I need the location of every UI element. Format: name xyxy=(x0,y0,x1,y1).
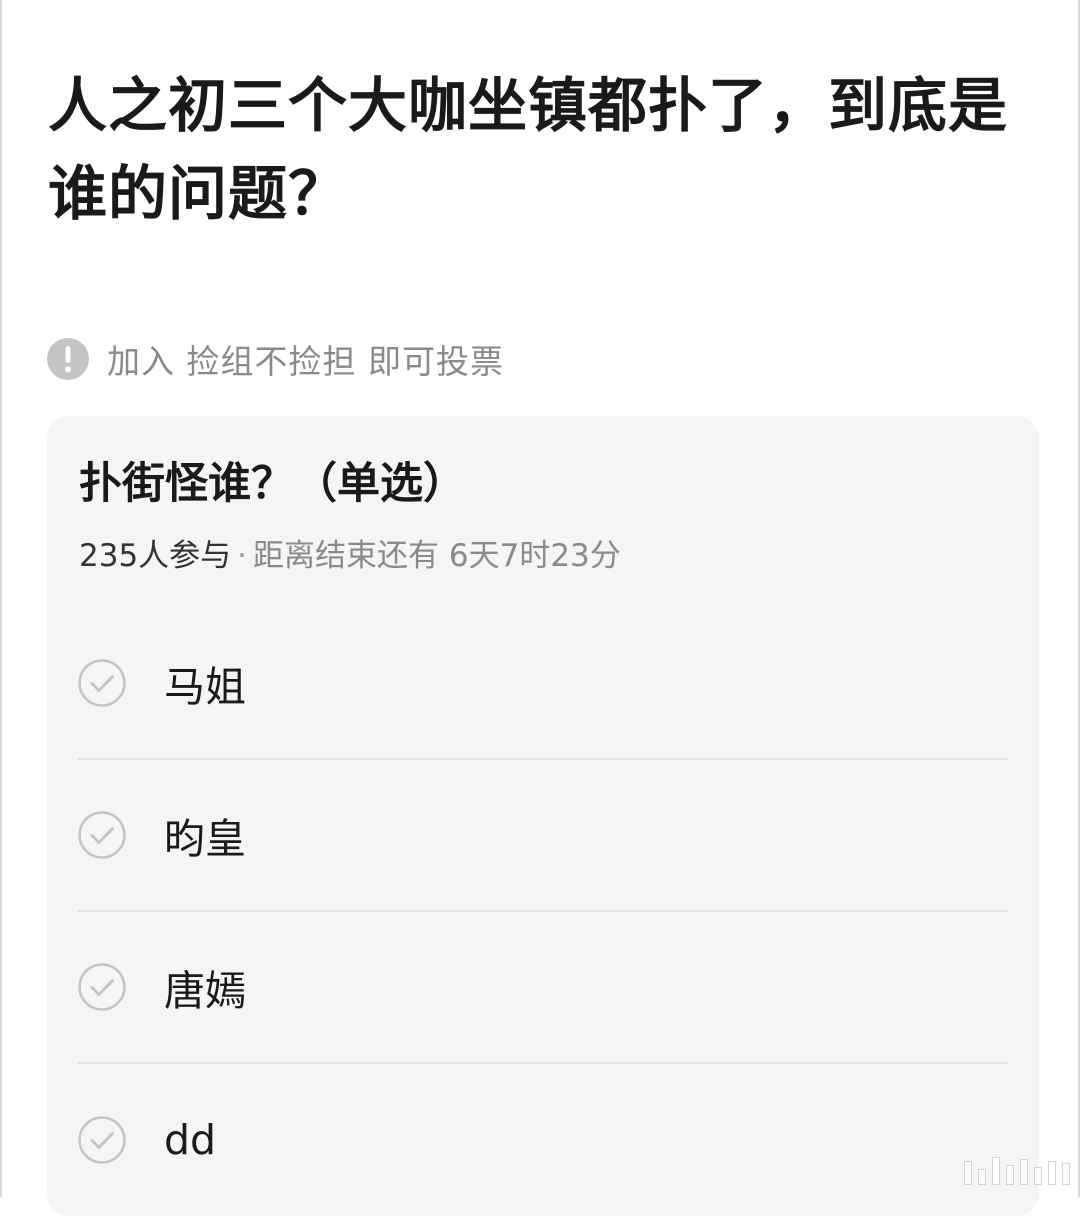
poll-option-label: dd xyxy=(164,1116,217,1164)
poll-participant-count: 235人参与 xyxy=(79,538,232,574)
watermark-bars xyxy=(964,1157,1070,1185)
post-title: 人之初三个大咖坐镇都扑了，到底是谁的问题？ xyxy=(48,71,1009,228)
poll-options: 马姐 昀皇 唐嫣 dd xyxy=(78,608,1008,1216)
vote-notice-text: 加入 捡组不捡担 即可投票 xyxy=(107,342,504,381)
poll-option-3[interactable]: 唐嫣 xyxy=(78,912,1008,1064)
check-circle-icon xyxy=(78,1116,126,1164)
poll-option-1[interactable]: 马姐 xyxy=(78,608,1008,760)
poll-time-remaining: 距离结束还有 6天7时23分 xyxy=(253,538,621,574)
poll-title: 扑街怪谁？（单选） xyxy=(79,459,466,509)
poll-option-label: 昀皇 xyxy=(164,815,246,863)
exclamation-circle-icon xyxy=(47,338,89,380)
poll-option-2[interactable]: 昀皇 xyxy=(78,760,1008,912)
check-circle-icon xyxy=(78,963,126,1011)
poll-option-label: 马姐 xyxy=(164,663,246,711)
frame-left-edge xyxy=(0,0,2,1197)
poll-meta: 235人参与 · 距离结束还有 6天7时23分 xyxy=(79,534,621,578)
check-circle-icon xyxy=(78,659,126,707)
check-circle-icon xyxy=(78,811,126,859)
poll-option-label: 唐嫣 xyxy=(164,967,246,1015)
poll-card: 扑街怪谁？（单选） 235人参与 · 距离结束还有 6天7时23分 马姐 昀皇 唐嫣 xyxy=(47,416,1039,1216)
poll-option-4[interactable]: dd xyxy=(78,1064,1008,1216)
vote-notice: 加入 捡组不捡担 即可投票 xyxy=(46,336,504,382)
poll-meta-separator: · xyxy=(237,538,248,574)
